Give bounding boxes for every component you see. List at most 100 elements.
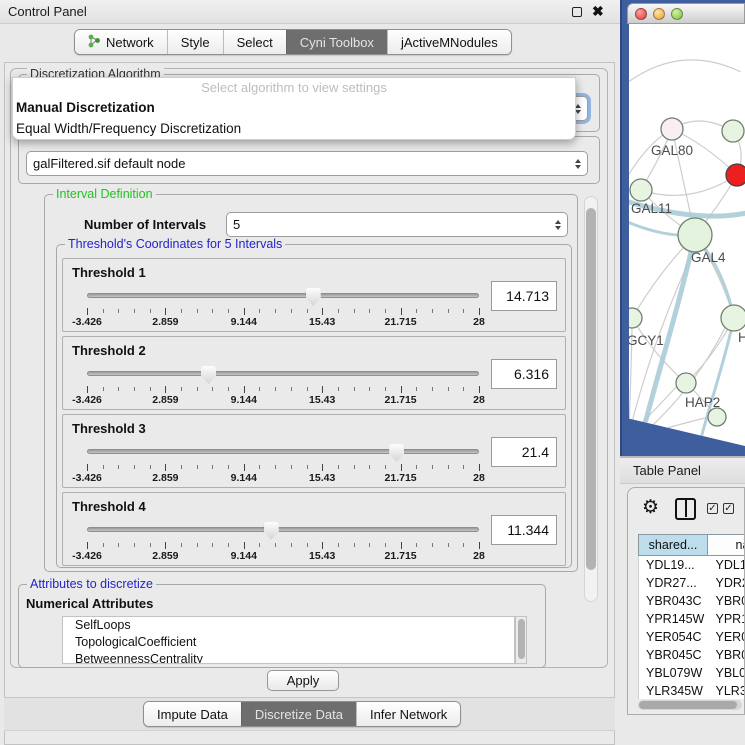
table-hscrollbar[interactable] [638, 700, 742, 710]
network-node[interactable] [629, 308, 642, 328]
tick-mark [244, 542, 245, 549]
slider-track[interactable] [87, 371, 479, 376]
slider-ticks [87, 542, 479, 550]
tab-infer-network[interactable]: Infer Network [356, 702, 460, 726]
threshold-slider[interactable]: -3.4262.8599.14415.4321.71528 [87, 441, 479, 485]
table-cell: YBR045C [639, 646, 709, 664]
number-of-intervals-combo[interactable]: 5 [226, 212, 568, 237]
tab-impute-data[interactable]: Impute Data [144, 702, 241, 726]
float-window-icon[interactable] [572, 7, 582, 17]
threshold-value-field[interactable]: 11.344 [491, 515, 557, 545]
tick-mark [401, 464, 402, 471]
tick-mark [369, 387, 370, 391]
apply-button[interactable]: Apply [267, 670, 339, 691]
tab-label: Impute Data [157, 707, 228, 722]
tab-jactivemnodules[interactable]: jActiveMNodules [387, 30, 511, 54]
table-row[interactable]: YLR345WYLR3 [639, 682, 745, 699]
threshold-value-field[interactable]: 21.4 [491, 437, 557, 467]
tick-mark [448, 387, 449, 391]
table-data-combo[interactable]: galFiltered.sif default node [26, 151, 588, 176]
slider-track[interactable] [87, 449, 479, 454]
table-row[interactable]: YBR043CYBR0 [639, 592, 745, 610]
tab-cyni-toolbox[interactable]: Cyni Toolbox [286, 30, 387, 54]
table-row[interactable]: YPR145WYPR1 [639, 610, 745, 628]
threshold-slider[interactable]: -3.4262.8599.14415.4321.71528 [87, 363, 479, 407]
tick-label: -3.426 [72, 472, 102, 484]
table-row[interactable]: YBR045CYBR0 [639, 646, 745, 664]
table-row[interactable]: YDR27...YDR2 [639, 574, 745, 592]
mac-zoom-icon[interactable] [671, 8, 683, 20]
network-node-label: GAL4 [691, 250, 726, 265]
checkbox-icon[interactable]: ✓ [723, 503, 734, 514]
table-row[interactable]: YDL19...YDL1 [639, 556, 745, 574]
slider-tick-labels: -3.4262.8599.14415.4321.71528 [87, 394, 479, 406]
network-node[interactable] [630, 179, 652, 201]
tick-mark [134, 387, 135, 391]
attribute-item[interactable]: BetweennessCentrality [63, 651, 514, 664]
tick-mark [463, 465, 464, 469]
tick-mark [448, 309, 449, 313]
settings-scrollbar-thumb[interactable] [586, 208, 596, 570]
threshold-value-field[interactable]: 6.316 [491, 359, 557, 389]
slider-track[interactable] [87, 527, 479, 532]
slider-track[interactable] [87, 293, 479, 298]
network-node[interactable] [708, 408, 726, 426]
numerical-attributes-list[interactable]: SelfLoopsTopologicalCoefficientBetweenne… [62, 616, 515, 664]
threshold-label: Threshold 3 [72, 421, 146, 436]
table-row[interactable]: YBL079WYBL0 [639, 664, 745, 682]
network-node[interactable] [722, 120, 744, 142]
close-icon[interactable]: ✖ [592, 3, 604, 20]
threshold-slider[interactable]: -3.4262.8599.14415.4321.71528 [87, 285, 479, 329]
tick-mark [165, 308, 166, 315]
slider-thumb-icon[interactable] [264, 522, 279, 540]
tick-mark [134, 465, 135, 469]
threshold-value-field[interactable]: 14.713 [491, 281, 557, 311]
mac-close-icon[interactable] [635, 8, 647, 20]
table-cell: YER054C [639, 628, 709, 646]
tick-mark [338, 309, 339, 313]
network-node[interactable] [721, 305, 745, 331]
tick-mark [307, 465, 308, 469]
tick-label: 15.43 [309, 316, 335, 328]
table-column-header[interactable]: shared... [638, 534, 708, 556]
tick-label: 9.144 [231, 472, 257, 484]
attribute-item[interactable]: SelfLoops [63, 617, 514, 634]
split-columns-icon[interactable] [675, 498, 696, 520]
slider-thumb-icon[interactable] [306, 288, 321, 306]
combo-stepper-icon [555, 220, 561, 230]
tick-mark [479, 386, 480, 393]
table-row[interactable]: YER054CYER0 [639, 628, 745, 646]
network-node[interactable] [726, 164, 745, 186]
popup-item-manual[interactable]: Manual Discretization [13, 97, 575, 118]
attributes-scrollbar[interactable] [515, 616, 527, 664]
slider-thumb-icon[interactable] [389, 444, 404, 462]
tick-mark [165, 542, 166, 549]
mac-minimize-icon[interactable] [653, 8, 665, 20]
tick-label: 2.859 [152, 472, 178, 484]
popup-item-equal-width[interactable]: Equal Width/Frequency Discretization [13, 118, 575, 139]
table-header-row: shared...na [638, 534, 745, 556]
table-column-header[interactable]: na [708, 534, 745, 556]
slider-thumb-icon[interactable] [201, 366, 216, 384]
attribute-item[interactable]: TopologicalCoefficient [63, 634, 514, 651]
tick-label: 2.859 [152, 550, 178, 562]
tab-network[interactable]: Network [75, 30, 167, 54]
tick-mark [87, 386, 88, 393]
tick-mark [228, 387, 229, 391]
tab-discretize-data[interactable]: Discretize Data [241, 702, 356, 726]
tab-select[interactable]: Select [223, 30, 286, 54]
network-node[interactable] [678, 218, 712, 252]
tab-style[interactable]: Style [167, 30, 223, 54]
gear-icon[interactable]: ⚙ [642, 496, 659, 519]
checkbox-icon[interactable]: ✓ [707, 503, 718, 514]
network-canvas[interactable]: GAL80GAL11GAL4GCY1HHAP2 [629, 24, 745, 446]
threshold-slider[interactable]: -3.4262.8599.14415.4321.71528 [87, 519, 479, 563]
network-node[interactable] [676, 373, 696, 393]
tick-mark [416, 543, 417, 547]
tick-mark [385, 543, 386, 547]
network-node-label: GCY1 [629, 333, 664, 348]
tick-mark [338, 387, 339, 391]
tick-mark [259, 465, 260, 469]
network-node[interactable] [661, 118, 683, 140]
table-panel: ⚙ ✓ ✓ shared...na YDL19...YDL1YDR27...YD… [627, 487, 745, 715]
